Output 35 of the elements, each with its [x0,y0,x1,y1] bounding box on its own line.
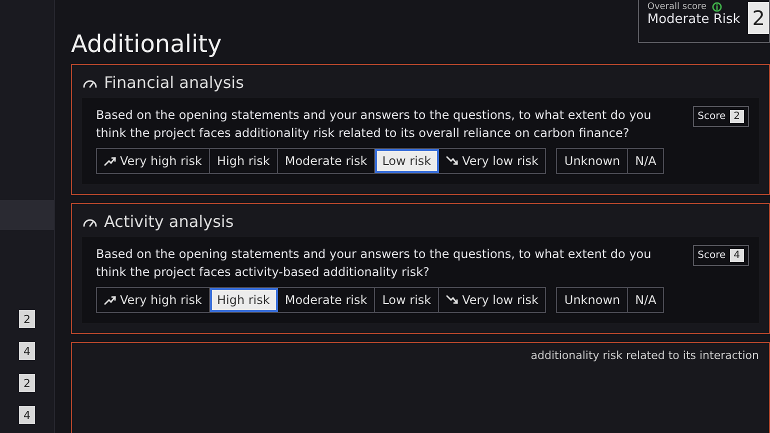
answer-option[interactable]: Unknown [557,149,628,173]
risk-option[interactable]: Low risk [375,288,440,312]
score-badge: 2 [19,374,35,392]
score-badge: 4 [19,406,35,424]
answer-option[interactable]: Unknown [557,288,628,312]
score-badge: 2 [19,310,35,328]
score-badge: 4 [19,342,35,360]
trend-down-icon [446,156,458,166]
score-label: Score [698,111,726,122]
score-badge: 2 [730,110,744,123]
section-title: Activity analysis [104,212,234,231]
risk-option[interactable]: High risk [210,288,278,312]
page-title: Additionality [71,30,222,58]
sidebar-item[interactable] [0,200,54,230]
trend-down-icon [446,295,458,305]
answer-option[interactable]: N/A [628,288,664,312]
score-badge: 4 [730,249,744,262]
score-label: Score [698,250,726,261]
overall-score-value: Moderate Risk [647,12,740,27]
risk-option[interactable]: Moderate risk [278,288,376,312]
trend-up-icon [104,295,116,305]
risk-option[interactable]: Very low risk [439,149,546,173]
overall-score-label: Overall score [647,2,707,12]
risk-option[interactable]: High risk [210,149,278,173]
question-text: Based on the opening statements and your answers to the questions, to what extent do you think the project faces activity-based additionality risk? [96,246,652,281]
risk-option[interactable]: Very low risk [439,288,546,312]
answer-option[interactable]: N/A [628,149,664,173]
trend-up-icon [104,156,116,166]
score-badge: 2 [748,2,769,34]
question-text: Based on the opening statements and your answers to the questions, to what extent do you think the project faces additionality risk related to its overall reliance on carbon finance? [96,107,652,142]
section-title: Financial analysis [104,73,244,92]
info-icon [712,2,722,12]
question-text: additionality risk related to its interaction [530,349,759,364]
risk-option[interactable]: Low risk [375,149,440,173]
risk-option[interactable]: Very high risk [97,149,210,173]
